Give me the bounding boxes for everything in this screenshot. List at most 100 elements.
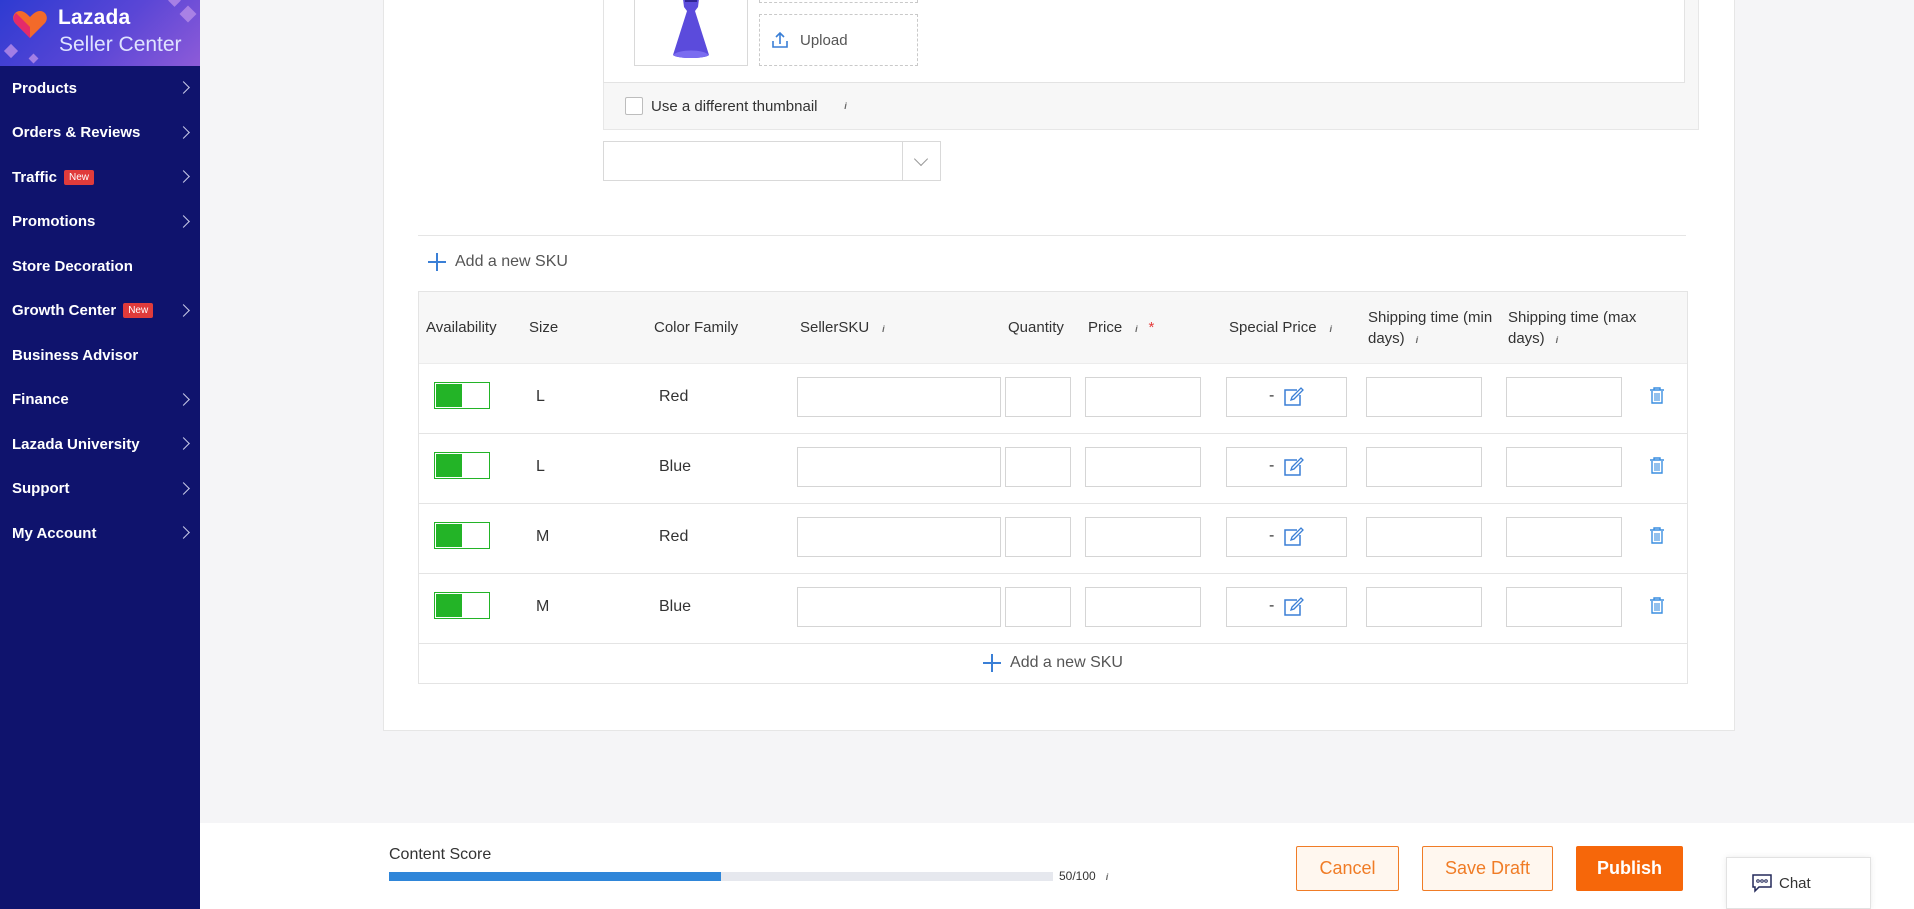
availability-toggle[interactable] <box>434 522 490 549</box>
shipping-max-input[interactable] <box>1506 587 1622 627</box>
shipping-min-input[interactable] <box>1366 377 1482 417</box>
table-row: M Blue - <box>419 573 1687 644</box>
sidebar-item-label: Growth Center <box>12 302 117 320</box>
table-row: L Blue - <box>419 433 1687 504</box>
price-input[interactable] <box>1085 587 1201 627</box>
upload-button[interactable]: Upload <box>759 14 918 66</box>
info-icon[interactable]: i <box>1551 334 1563 346</box>
sidebar-item-traffic[interactable]: Traffic New <box>0 155 200 200</box>
add-new-sku-label: Add a new SKU <box>455 253 568 270</box>
sidebar-item-products[interactable]: Products <box>0 66 200 111</box>
price-input[interactable] <box>1085 377 1201 417</box>
info-icon[interactable]: i <box>877 323 889 335</box>
chevron-down-icon[interactable] <box>902 142 940 180</box>
trash-icon <box>1650 387 1664 404</box>
variant-select[interactable] <box>603 141 941 181</box>
product-thumbnail[interactable] <box>634 0 748 66</box>
size-value: L <box>536 458 545 475</box>
delete-sku-button[interactable] <box>1649 526 1665 550</box>
add-new-sku-link-top[interactable]: Add a new SKU <box>428 253 568 271</box>
shipping-max-input[interactable] <box>1506 447 1622 487</box>
sidebar-item-label: Business Advisor <box>12 346 139 364</box>
delete-sku-button[interactable] <box>1649 386 1665 410</box>
sidebar-item-orders-reviews[interactable]: Orders & Reviews <box>0 111 200 156</box>
header-shipping-max-label: Shipping time (max days) <box>1508 309 1637 347</box>
price-input[interactable] <box>1085 517 1201 557</box>
header-seller-sku-label: SellerSKU <box>800 319 870 336</box>
lazada-seller-center-logo[interactable]: Lazada Seller Center <box>0 0 200 66</box>
content-score-fill <box>389 872 721 881</box>
seller-sku-input[interactable] <box>797 517 1001 557</box>
header-special-price: Special Price i <box>1229 319 1337 336</box>
price-input[interactable] <box>1085 447 1201 487</box>
chevron-right-icon <box>177 437 190 451</box>
cancel-button[interactable]: Cancel <box>1296 846 1399 891</box>
sidebar-item-support[interactable]: Support <box>0 467 200 512</box>
chevron-right-icon <box>177 214 190 228</box>
add-new-sku-label: Add a new SKU <box>1010 653 1123 671</box>
sidebar-item-lazada-university[interactable]: Lazada University <box>0 422 200 467</box>
shipping-min-input[interactable] <box>1366 447 1482 487</box>
sidebar-item-label: Finance <box>12 391 69 409</box>
table-row: M Red - <box>419 503 1687 574</box>
dress-image <box>673 0 709 58</box>
info-icon[interactable]: i <box>1325 323 1337 335</box>
save-draft-button[interactable]: Save Draft <box>1422 846 1553 891</box>
seller-sku-input[interactable] <box>797 447 1001 487</box>
availability-toggle[interactable] <box>434 592 490 619</box>
delete-sku-button[interactable] <box>1649 456 1665 480</box>
sidebar-item-label: Products <box>12 79 78 97</box>
toggle-on-indicator <box>436 384 462 407</box>
chat-button[interactable]: Chat <box>1726 857 1871 909</box>
header-shipping-max: Shipping time (max days) i <box>1508 307 1643 349</box>
sidebar-item-my-account[interactable]: My Account <box>0 511 200 556</box>
toggle-on-indicator <box>436 594 462 617</box>
quantity-input[interactable] <box>1005 517 1071 557</box>
header-price-label: Price <box>1088 319 1123 336</box>
add-new-sku-link-bottom[interactable]: Add a new SKU <box>419 643 1687 682</box>
delete-sku-button[interactable] <box>1649 596 1665 620</box>
quantity-input[interactable] <box>1005 587 1071 627</box>
info-icon[interactable]: i <box>1411 334 1423 346</box>
content-score-number: 50/100 <box>1059 869 1096 883</box>
special-price-field[interactable]: - <box>1226 517 1347 557</box>
different-thumbnail-checkbox[interactable] <box>625 97 643 115</box>
section-divider <box>418 235 1686 236</box>
shipping-max-input[interactable] <box>1506 377 1622 417</box>
shipping-min-input[interactable] <box>1366 517 1482 557</box>
shipping-min-input[interactable] <box>1366 587 1482 627</box>
sidebar-item-business-advisor[interactable]: Business Advisor <box>0 333 200 378</box>
different-thumbnail-option[interactable]: Use a different thumbnail i <box>625 97 852 115</box>
seller-sku-input[interactable] <box>797 377 1001 417</box>
seller-sku-input[interactable] <box>797 587 1001 627</box>
sidebar-item-growth-center[interactable]: Growth Center New <box>0 289 200 334</box>
edit-icon <box>1284 527 1304 546</box>
chevron-right-icon <box>177 392 190 406</box>
info-icon[interactable]: i <box>1130 323 1142 335</box>
upload-slot-top[interactable] <box>759 0 918 3</box>
publish-button[interactable]: Publish <box>1576 846 1683 891</box>
header-shipping-min: Shipping time (min days) i <box>1368 307 1503 349</box>
special-price-field[interactable]: - <box>1226 447 1347 487</box>
sidebar-item-finance[interactable]: Finance <box>0 378 200 423</box>
toggle-on-indicator <box>436 454 462 477</box>
content-score-value: 50/100 i <box>1059 869 1113 883</box>
info-icon[interactable]: i <box>840 100 852 112</box>
header-color-family: Color Family <box>654 319 739 336</box>
sidebar-item-store-decoration[interactable]: Store Decoration <box>0 244 200 289</box>
header-special-price-label: Special Price <box>1229 319 1317 336</box>
quantity-input[interactable] <box>1005 377 1071 417</box>
chevron-right-icon <box>177 125 190 139</box>
availability-toggle[interactable] <box>434 382 490 409</box>
quantity-input[interactable] <box>1005 447 1071 487</box>
chevron-right-icon <box>177 526 190 540</box>
info-icon[interactable]: i <box>1101 871 1113 883</box>
availability-toggle[interactable] <box>434 452 490 479</box>
shipping-max-input[interactable] <box>1506 517 1622 557</box>
sidebar-item-promotions[interactable]: Promotions <box>0 200 200 245</box>
special-price-field[interactable]: - <box>1226 377 1347 417</box>
upload-label: Upload <box>800 31 848 49</box>
special-price-field[interactable]: - <box>1226 587 1347 627</box>
plus-icon <box>428 253 446 271</box>
color-value: Blue <box>659 458 692 475</box>
